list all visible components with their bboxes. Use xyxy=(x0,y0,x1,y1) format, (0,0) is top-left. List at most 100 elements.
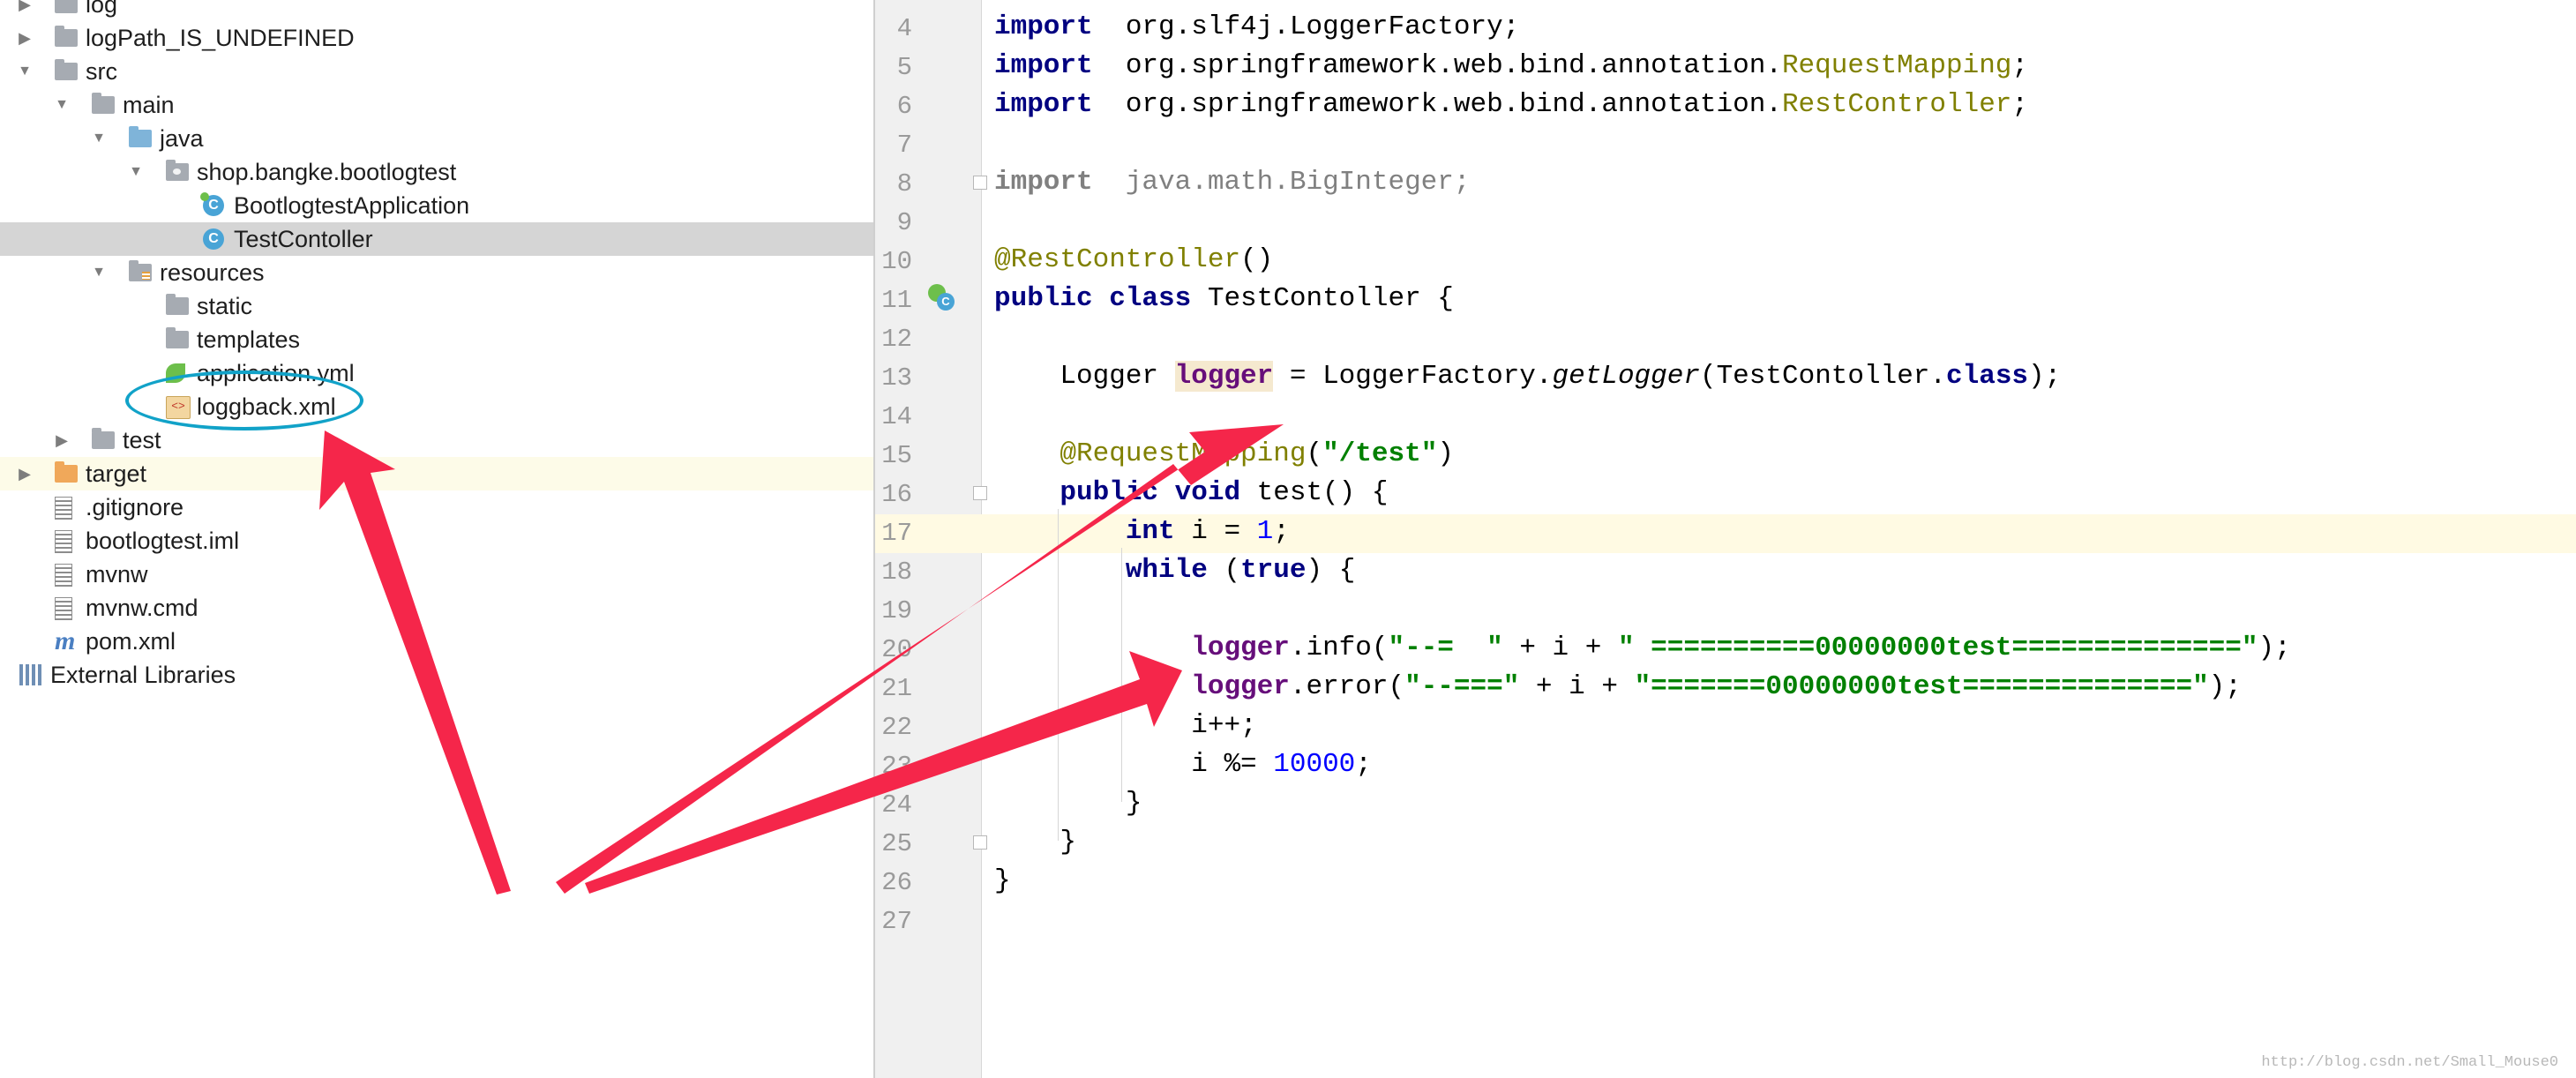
code-line[interactable]: @RestController() xyxy=(994,241,1273,280)
line-number: 17 xyxy=(881,519,912,548)
code-line[interactable]: import java.math.BigInteger; xyxy=(994,163,1471,202)
tree-item[interactable]: .gitignore xyxy=(0,490,873,524)
collapse-arrow-icon[interactable]: ▶ xyxy=(51,423,72,457)
collapse-arrow-icon[interactable]: ▶ xyxy=(14,457,35,490)
code-token: ) { xyxy=(1306,555,1356,586)
code-line[interactable]: while (true) { xyxy=(994,551,1355,590)
code-line[interactable]: i %= 10000; xyxy=(994,745,1372,784)
code-token: } xyxy=(994,865,1011,896)
tree-item[interactable]: ▶ test xyxy=(0,423,873,457)
code-line[interactable]: logger.error("--===" + i + "=======00000… xyxy=(994,668,2242,707)
tree-item[interactable]: ▼ resources xyxy=(0,256,873,289)
folder-icon xyxy=(92,428,115,449)
code-line[interactable]: } xyxy=(994,823,1076,862)
code-line[interactable]: import org.springframework.web.bind.anno… xyxy=(994,47,2028,86)
tree-item[interactable]: templates xyxy=(0,323,873,356)
tree-item[interactable]: application.yml xyxy=(0,356,873,390)
code-token: .error( xyxy=(1289,671,1405,702)
fold-marker-icon[interactable] xyxy=(973,835,987,850)
tree-item[interactable]: m pom.xml xyxy=(0,625,873,658)
tree-item-label: pom.xml xyxy=(86,628,176,655)
tree-item[interactable]: External Libraries xyxy=(0,658,873,692)
code-line[interactable]: public class TestContoller { xyxy=(994,280,1454,318)
expand-arrow-icon[interactable]: ▼ xyxy=(51,88,72,122)
code-token: ); xyxy=(2258,633,2291,663)
line-number: 22 xyxy=(881,713,912,742)
maven-icon: m xyxy=(55,626,76,655)
text-file-icon xyxy=(55,597,72,620)
code-line[interactable]: import org.springframework.web.bind.anno… xyxy=(994,86,2028,124)
tree-item-label: test xyxy=(123,427,161,453)
tree-item[interactable]: mvnw.cmd xyxy=(0,591,873,625)
code-token: ); xyxy=(2208,671,2242,702)
package-icon xyxy=(166,160,189,181)
expand-arrow-icon[interactable]: ▼ xyxy=(14,55,35,88)
tree-item[interactable]: ▶ target xyxy=(0,457,873,490)
code-token: int xyxy=(994,516,1175,547)
line-number: 19 xyxy=(881,596,912,625)
code-token: import xyxy=(994,50,1093,81)
tree-item[interactable]: ▶ logPath_IS_UNDEFINED xyxy=(0,21,873,55)
code-token: class xyxy=(1946,361,2029,392)
excluded-folder-icon xyxy=(55,461,78,483)
tree-item[interactable]: C BootlogtestApplication xyxy=(0,189,873,222)
folder-icon xyxy=(166,294,189,315)
code-token: java.math.BigInteger; xyxy=(1092,167,1471,198)
collapse-arrow-icon[interactable]: ▶ xyxy=(14,0,35,21)
tree-item-label: bootlogtest.iml xyxy=(86,528,240,554)
code-token: "--= " xyxy=(1388,633,1503,663)
line-number: 14 xyxy=(881,402,912,431)
code-line[interactable]: i++; xyxy=(994,707,1257,745)
tree-item[interactable]: ▼ java xyxy=(0,122,873,155)
code-token: = LoggerFactory. xyxy=(1273,361,1553,392)
tree-item[interactable]: mvnw xyxy=(0,558,873,591)
tree-item[interactable]: static xyxy=(0,289,873,323)
code-token: import xyxy=(994,11,1093,42)
code-token: ) xyxy=(1437,438,1454,469)
expand-arrow-icon[interactable]: ▼ xyxy=(88,256,109,289)
code-token: .info( xyxy=(1289,633,1389,663)
tree-item-label: mvnw xyxy=(86,561,148,588)
libraries-icon xyxy=(19,664,44,685)
tree-item[interactable]: bootlogtest.iml xyxy=(0,524,873,558)
indent-guide xyxy=(1058,509,1059,841)
code-token: "--===" xyxy=(1404,671,1520,702)
code-line[interactable]: import org.slf4j.LoggerFactory; xyxy=(994,8,1519,47)
tree-item-label: java xyxy=(160,125,204,152)
code-token: test() { xyxy=(1240,477,1389,508)
code-token: org.springframework.web.bind.annotation. xyxy=(1092,89,1782,120)
tree-item[interactable]: ▼ main xyxy=(0,88,873,122)
code-token: logger xyxy=(994,671,1290,702)
code-line[interactable]: logger.info("--= " + i + " ==========000… xyxy=(994,629,2291,668)
code-token: () xyxy=(1240,244,1274,275)
tree-item[interactable]: ▼ shop.bangke.bootlogtest xyxy=(0,155,873,189)
code-line[interactable]: @RequestMapping("/test") xyxy=(994,435,1454,474)
code-line[interactable]: } xyxy=(994,784,1142,823)
resources-folder-icon xyxy=(129,260,152,281)
code-line[interactable]: } xyxy=(994,862,1011,901)
indent-guide xyxy=(1121,548,1122,802)
code-token: "=======00000000test==============" xyxy=(1634,671,2209,702)
tree-item-label: static xyxy=(197,293,253,319)
code-line[interactable]: Logger logger = LoggerFactory.getLogger(… xyxy=(994,357,2061,396)
code-token: RestController xyxy=(1781,89,2012,120)
code-line[interactable]: public void test() { xyxy=(994,474,1388,513)
java-class-icon: C xyxy=(203,228,224,250)
collapse-arrow-icon[interactable]: ▶ xyxy=(14,21,35,55)
line-number: 21 xyxy=(881,674,912,703)
code-token: i++; xyxy=(994,710,1257,741)
tree-item-label: main xyxy=(123,92,175,118)
tree-item-label: mvnw.cmd xyxy=(86,595,198,621)
folder-icon xyxy=(166,327,189,348)
fold-marker-icon[interactable] xyxy=(973,486,987,500)
code-token: } xyxy=(994,827,1077,857)
code-line[interactable]: int i = 1; xyxy=(994,513,1290,551)
code-token: true xyxy=(1240,555,1307,586)
expand-arrow-icon[interactable]: ▼ xyxy=(88,122,109,155)
spring-bean-gutter-icon[interactable]: C xyxy=(928,284,955,311)
expand-arrow-icon[interactable]: ▼ xyxy=(125,155,146,189)
tree-item[interactable]: ▼ src xyxy=(0,55,873,88)
tree-item[interactable]: ▶ log xyxy=(0,0,873,21)
fold-marker-icon[interactable] xyxy=(973,176,987,190)
tree-item[interactable]: C TestContoller xyxy=(0,222,873,256)
